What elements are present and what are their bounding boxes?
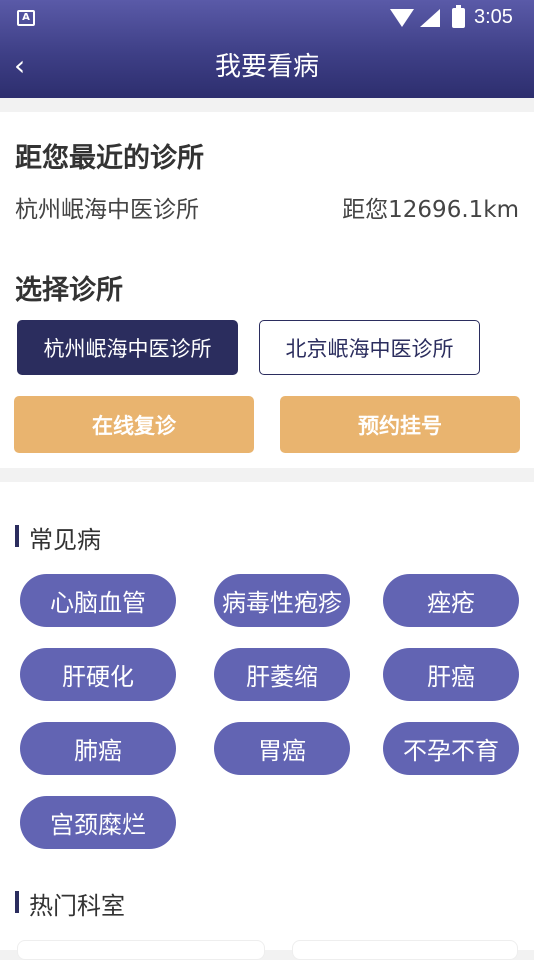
clinic-option-hangzhou[interactable]: 杭州岷海中医诊所 xyxy=(17,320,238,375)
disease-chip[interactable]: 肺癌 xyxy=(20,722,176,775)
select-clinic-heading: 选择诊所 xyxy=(15,275,123,306)
wifi-icon xyxy=(390,9,414,27)
common-diseases-heading: 常见病 xyxy=(15,520,101,555)
page-title: 我要看病 xyxy=(214,52,319,82)
disease-chip[interactable]: 心脑血管 xyxy=(20,574,176,627)
status-time: 3:05 xyxy=(474,6,513,28)
appointment-button[interactable]: 预约挂号 xyxy=(280,396,520,453)
nearest-clinic-distance: 距您12696.1km xyxy=(342,197,519,223)
clinic-option-beijing[interactable]: 北京岷海中医诊所 xyxy=(259,320,480,375)
hot-departments-label: 热门科室 xyxy=(29,892,125,920)
nav-bar: ‹ 我要看病 xyxy=(0,36,534,98)
disease-chip[interactable]: 肝癌 xyxy=(383,648,519,701)
app-notification-icon: A xyxy=(17,10,35,26)
nearest-clinic-name[interactable]: 杭州岷海中医诊所 xyxy=(15,190,199,224)
nearest-clinic-heading: 距您最近的诊所 xyxy=(15,143,204,174)
department-card[interactable] xyxy=(292,940,518,960)
online-revisit-button[interactable]: 在线复诊 xyxy=(14,396,254,453)
section-marker xyxy=(15,525,19,547)
section-marker xyxy=(15,891,19,913)
disease-chip[interactable]: 不孕不育 xyxy=(383,722,519,775)
hot-departments-heading: 热门科室 xyxy=(15,886,125,921)
common-diseases-label: 常见病 xyxy=(29,526,101,554)
disease-chip[interactable]: 宫颈糜烂 xyxy=(20,796,176,849)
disease-chip[interactable]: 肝硬化 xyxy=(20,648,176,701)
disease-chip[interactable]: 痤疮 xyxy=(383,574,519,627)
status-bar: A 3:05 xyxy=(0,0,534,36)
disease-chip[interactable]: 病毒性疱疹 xyxy=(214,574,350,627)
disease-chip[interactable]: 胃癌 xyxy=(214,722,350,775)
department-card[interactable] xyxy=(17,940,265,960)
battery-icon xyxy=(452,5,465,28)
disease-chip[interactable]: 肝萎缩 xyxy=(214,648,350,701)
signal-icon xyxy=(420,9,440,27)
